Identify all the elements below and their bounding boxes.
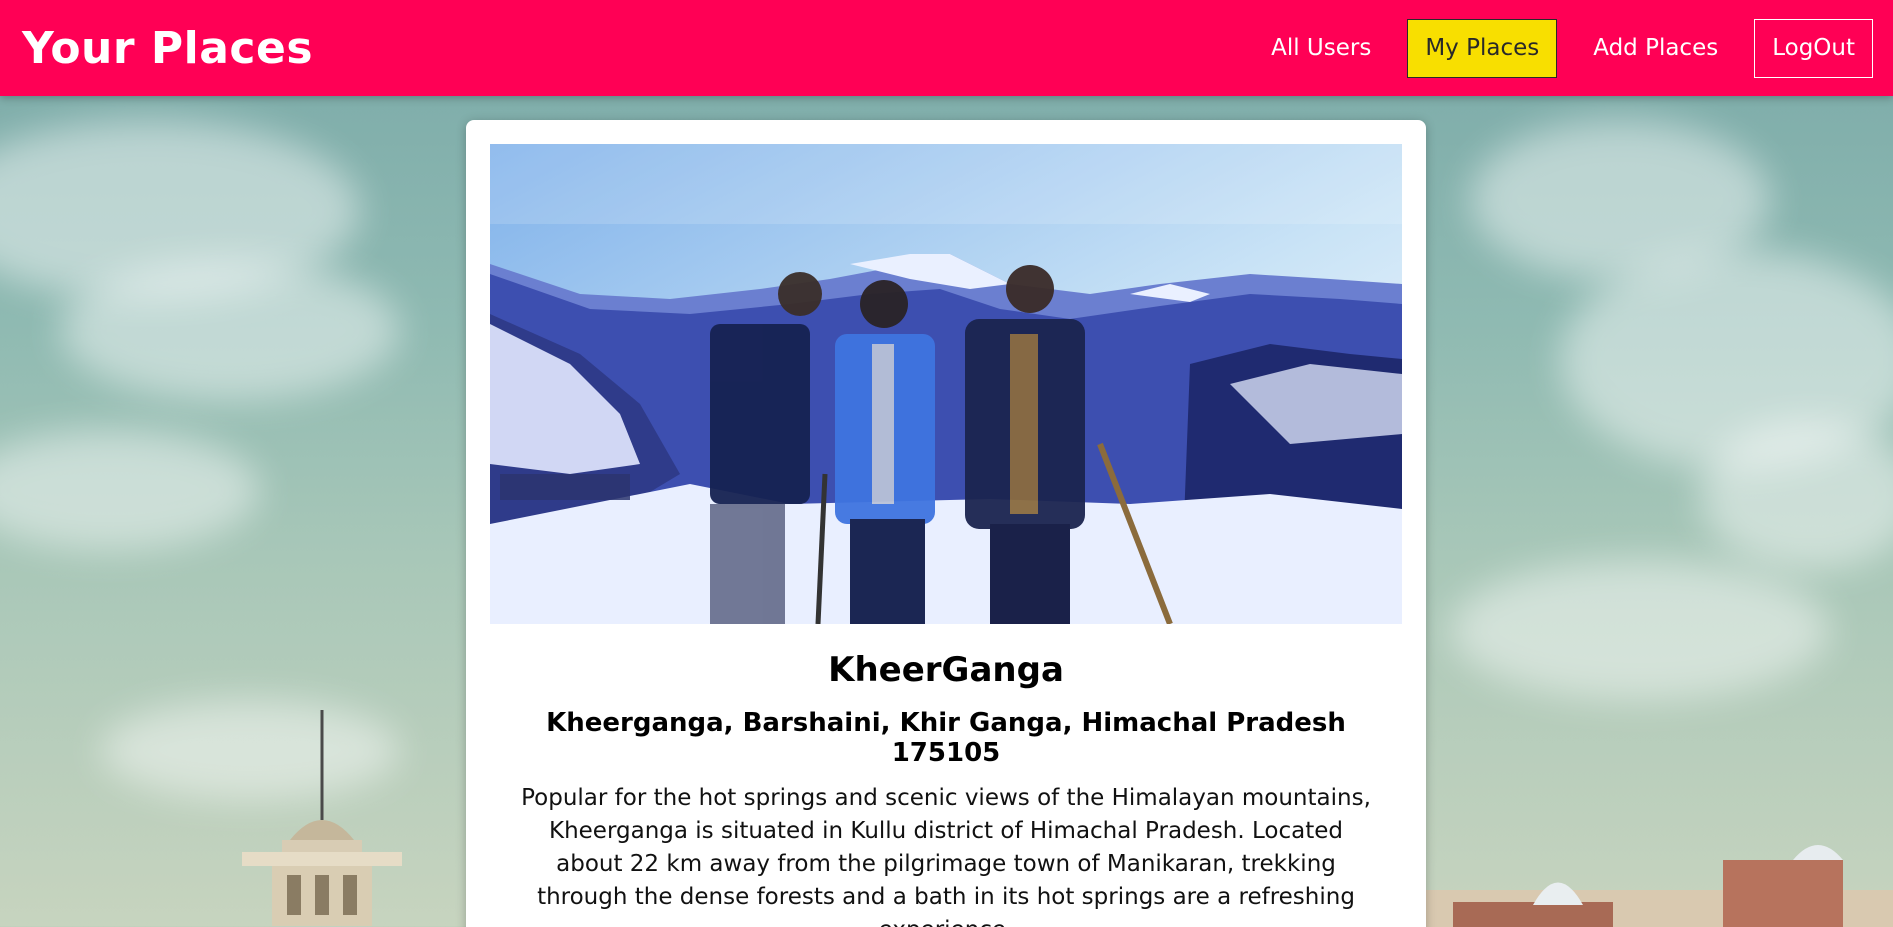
main-nav: All Users My Places Add Places LogOut [1253, 18, 1873, 78]
place-address: Kheerganga, Barshaini, Khir Ganga, Himac… [546, 708, 1346, 768]
nav-logout[interactable]: LogOut [1754, 18, 1873, 78]
place-title: KheerGanga [828, 650, 1064, 690]
main-header: Your Places All Users My Places Add Plac… [0, 0, 1893, 96]
nav-add-places[interactable]: Add Places [1575, 19, 1736, 78]
place-description: Popular for the hot springs and scenic v… [521, 785, 1371, 927]
brand-title[interactable]: Your Places [22, 23, 313, 74]
place-card: KheerGanga Kheerganga, Barshaini, Khir G… [466, 120, 1426, 927]
nav-my-places[interactable]: My Places [1407, 18, 1558, 78]
buildings-illustration [1423, 845, 1893, 927]
place-photo [490, 144, 1402, 624]
place-info: KheerGanga Kheerganga, Barshaini, Khir G… [490, 624, 1402, 927]
tower-illustration [242, 710, 402, 926]
nav-all-users[interactable]: All Users [1253, 19, 1389, 78]
